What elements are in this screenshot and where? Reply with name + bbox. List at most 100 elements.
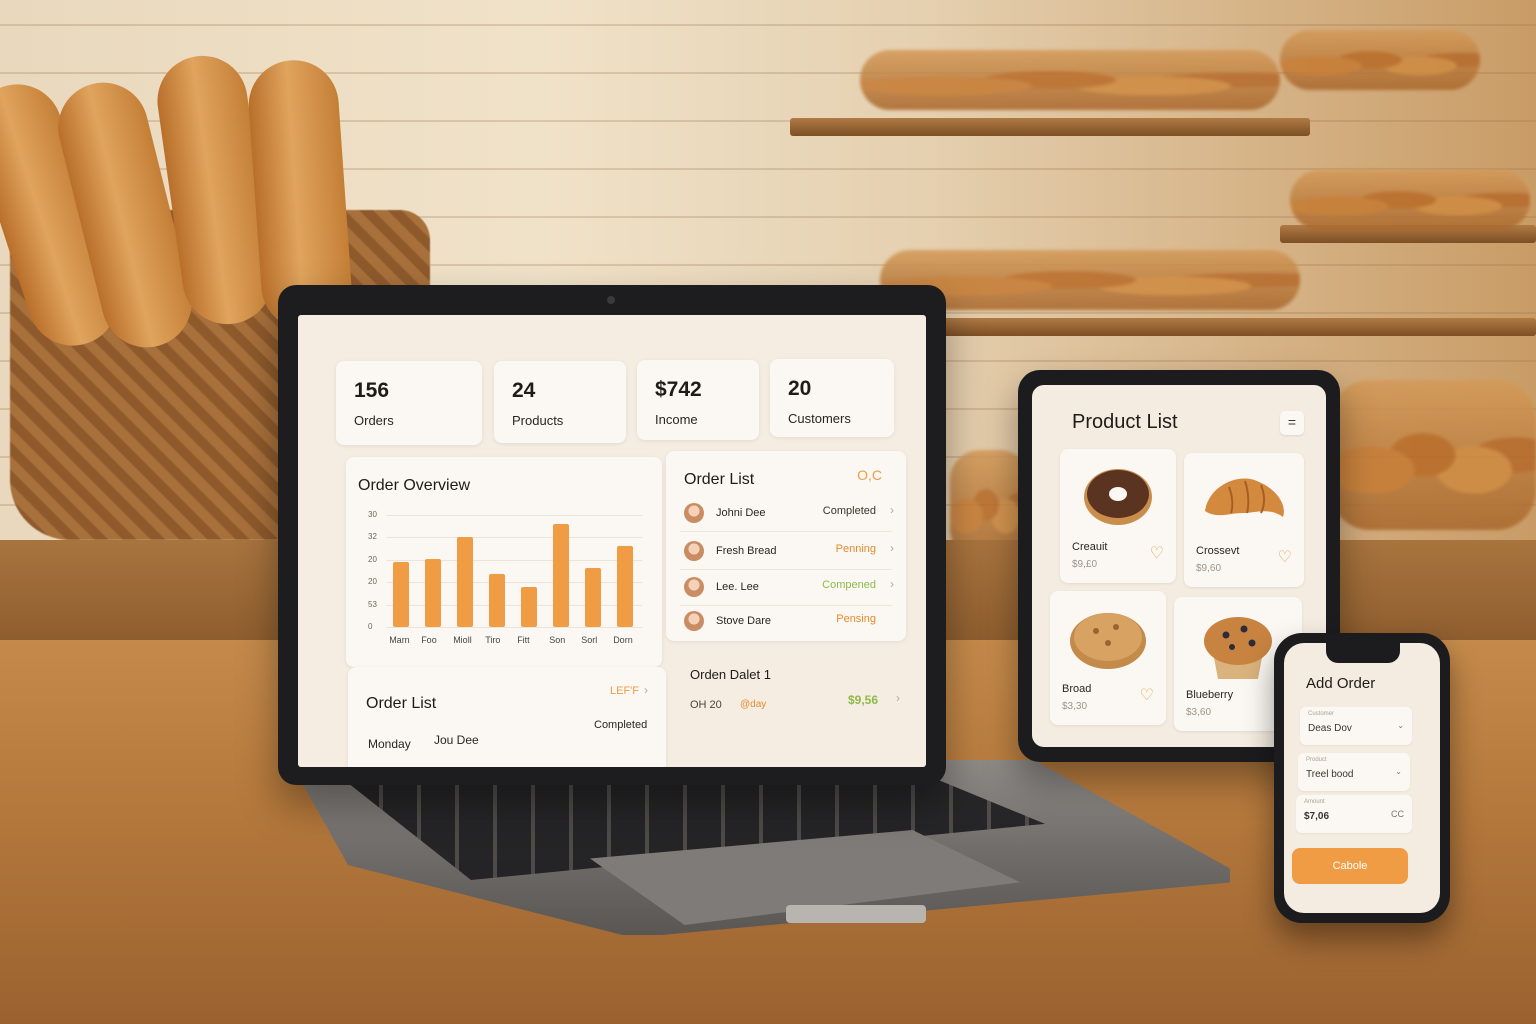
chevron-right-icon[interactable]: › (890, 541, 894, 555)
product-name: Creauit (1072, 541, 1108, 553)
product-card[interactable]: Broad $3,30 ♡ (1050, 591, 1166, 725)
x-tick-label: Foo (421, 635, 437, 645)
stat-card-customers[interactable]: 20 Customers (770, 359, 894, 437)
stat-value: 24 (512, 379, 536, 402)
order-row[interactable]: Johni Dee Completed › (680, 499, 894, 531)
chart-bar[interactable] (489, 574, 506, 627)
order-detail-amount: $9,56 (848, 693, 879, 707)
order-row[interactable]: Fresh Bread Penning › (680, 537, 894, 569)
field-value: $7,06 (1304, 811, 1330, 822)
menu-icon[interactable]: = (1280, 411, 1304, 435)
avatar (684, 541, 704, 561)
chart-bar[interactable] (585, 567, 602, 627)
avatar (684, 503, 704, 523)
muffin-icon (1204, 617, 1272, 679)
product-card[interactable]: Crossevt $9,60 ♡ (1184, 453, 1304, 587)
field-value: Treel bood (1306, 769, 1354, 780)
stat-card-products[interactable]: 24 Products (494, 361, 626, 443)
chart-bar[interactable] (425, 558, 442, 627)
chart-bar[interactable] (521, 586, 538, 627)
order-status: Completed (594, 719, 648, 731)
order-status: Completed (822, 505, 876, 517)
bread-icon (1070, 613, 1146, 669)
pastry-shelf-top (860, 50, 1280, 110)
stat-card-orders[interactable]: 156 Orders (336, 361, 482, 445)
product-card[interactable]: Creauit $9,£0 ♡ (1060, 449, 1176, 583)
field-label: Amount (1304, 799, 1325, 805)
chart-bar[interactable] (393, 561, 410, 627)
amount-field[interactable]: Amount $7,06 CC (1296, 795, 1412, 833)
order-status: Penning (835, 543, 876, 555)
x-tick-label: Dorn (613, 635, 633, 645)
grid-line (386, 627, 642, 628)
y-tick-label: 0 (368, 622, 373, 631)
chevron-down-icon: ⌄ (1397, 721, 1404, 730)
order-overview-card: Order Overview 30 32 20 20 53 0 Marn Foo Mioll Ti… (346, 457, 662, 667)
stat-value: 156 (354, 379, 390, 402)
order-list-bottom-action[interactable]: LEF'F (610, 685, 639, 697)
heart-icon[interactable]: ♡ (1150, 543, 1164, 563)
order-list-title: Order List (684, 471, 755, 488)
chevron-right-icon[interactable]: › (896, 691, 900, 705)
row-divider (680, 531, 892, 532)
product-name: Crossevt (1196, 545, 1240, 557)
order-customer-name: Lee. Lee (716, 581, 759, 593)
order-detail[interactable]: Orden Dalet 1 OH 20 @day $9,56 › (678, 659, 908, 719)
stat-label: Customers (788, 411, 851, 426)
order-status: Pensing (836, 613, 876, 625)
x-tick-label: Son (549, 635, 566, 645)
submit-button[interactable]: Cabole (1292, 848, 1408, 884)
x-tick-label: Mioll (453, 635, 472, 645)
chevron-right-icon[interactable]: › (890, 577, 894, 591)
product-name: Broad (1062, 683, 1092, 695)
order-list-bottom-card: Order List LEF'F › Monday Jou Dee Comple… (348, 667, 666, 767)
order-list-action[interactable]: O,C (857, 467, 882, 483)
product-select[interactable]: Product Treel bood ⌄ (1298, 753, 1410, 791)
order-detail-tag: @day (740, 699, 767, 710)
order-row[interactable]: Stove Dare Pensing (680, 607, 894, 639)
pastry-display-right (1330, 380, 1536, 530)
croissant-icon (1205, 478, 1284, 517)
stat-label: Income (655, 412, 698, 427)
stat-value: 20 (788, 377, 812, 400)
order-row[interactable]: Lee. Lee Compened › (680, 573, 894, 605)
add-order-title: Add Order (1306, 675, 1376, 692)
y-tick-label: 53 (368, 599, 377, 609)
product-name: Blueberry (1186, 689, 1234, 701)
product-price: $3,30 (1062, 701, 1088, 712)
order-overview-chart: 30 32 20 20 53 0 Marn Foo Mioll Tiro Fitt Son Sorl Do… (346, 457, 662, 667)
row-divider (680, 569, 892, 570)
field-label: Customer (1308, 711, 1335, 717)
y-tick-label: 20 (368, 554, 377, 564)
shelf-top (790, 118, 1310, 136)
customer-select[interactable]: Customer Deas Dov ⌄ (1300, 707, 1412, 745)
pastry-shelf-right (1290, 170, 1530, 230)
pastry-shelf-right-top (1280, 30, 1480, 90)
grid-line (386, 515, 642, 516)
chart-bar[interactable] (617, 546, 634, 627)
field-label: Product (1306, 757, 1327, 763)
chevron-down-icon: ⌄ (1395, 767, 1402, 776)
stat-label: Orders (354, 413, 394, 428)
x-tick-label: Fitt (517, 635, 530, 645)
chevron-right-icon[interactable]: › (644, 683, 648, 697)
x-tick-label: Tiro (485, 635, 501, 645)
chart-bar[interactable] (553, 524, 570, 627)
order-customer-name: Stove Dare (716, 615, 772, 627)
heart-icon[interactable]: ♡ (1140, 685, 1154, 705)
avatar (684, 577, 704, 597)
camera-icon (607, 296, 615, 304)
chevron-right-icon[interactable]: › (890, 503, 894, 517)
product-list-title: Product List (1072, 411, 1178, 433)
chart-bar[interactable] (457, 536, 474, 627)
heart-icon[interactable]: ♡ (1278, 547, 1292, 567)
x-tick-label: Sorl (581, 635, 598, 645)
donut-icon (1084, 469, 1152, 525)
field-suffix: CC (1391, 809, 1404, 819)
dashboard-screen: 156 Orders 24 Products $742 Income 20 Cu… (298, 315, 926, 767)
order-detail-date: OH 20 (690, 699, 722, 711)
order-status: Compened (822, 579, 876, 591)
stat-card-income[interactable]: $742 Income (637, 360, 759, 440)
order-detail-title: Orden Dalet 1 (690, 667, 771, 682)
x-tick-label: Marn (389, 635, 410, 645)
